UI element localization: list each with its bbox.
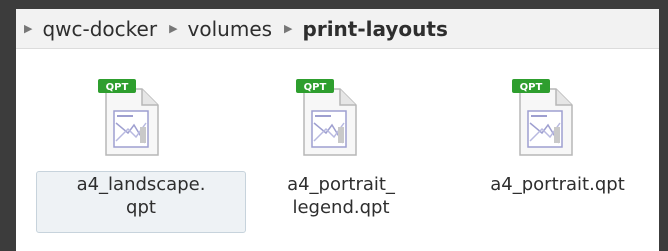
- qpt-file-icon: QPT: [296, 77, 362, 157]
- triangle-right-icon: ▶: [284, 22, 293, 35]
- file-name: a4_portrait.qpt: [490, 174, 625, 195]
- file-grid: QPT a4_landscape. qpt QPT a4_portrait_ l…: [16, 49, 659, 251]
- qpt-file-icon: QPT: [98, 77, 164, 157]
- file-badge: QPT: [304, 82, 327, 93]
- file-item[interactable]: QPT a4_landscape. qpt: [16, 49, 256, 251]
- breadcrumb-item-qwc-docker[interactable]: qwc-docker: [42, 17, 157, 41]
- breadcrumb: ▶ qwc-docker ▶ volumes ▶ print-layouts: [16, 9, 659, 49]
- triangle-right-icon: ▶: [169, 22, 178, 35]
- breadcrumb-item-volumes[interactable]: volumes: [188, 17, 273, 41]
- file-item[interactable]: QPT a4_portrait.qpt: [456, 49, 659, 251]
- desktop-frame: ▶ qwc-docker ▶ volumes ▶ print-layouts Q…: [0, 0, 668, 251]
- file-item[interactable]: QPT a4_portrait_ legend.qpt: [256, 49, 456, 251]
- triangle-right-icon: ▶: [24, 22, 33, 35]
- file-name: a4_landscape. qpt: [76, 174, 206, 218]
- breadcrumb-item-current[interactable]: print-layouts: [303, 17, 448, 41]
- file-badge: QPT: [520, 82, 543, 93]
- file-manager-window: ▶ qwc-docker ▶ volumes ▶ print-layouts Q…: [16, 9, 659, 251]
- qpt-file-icon: QPT: [512, 77, 578, 157]
- file-badge: QPT: [106, 82, 129, 93]
- file-name: a4_portrait_ legend.qpt: [287, 174, 395, 218]
